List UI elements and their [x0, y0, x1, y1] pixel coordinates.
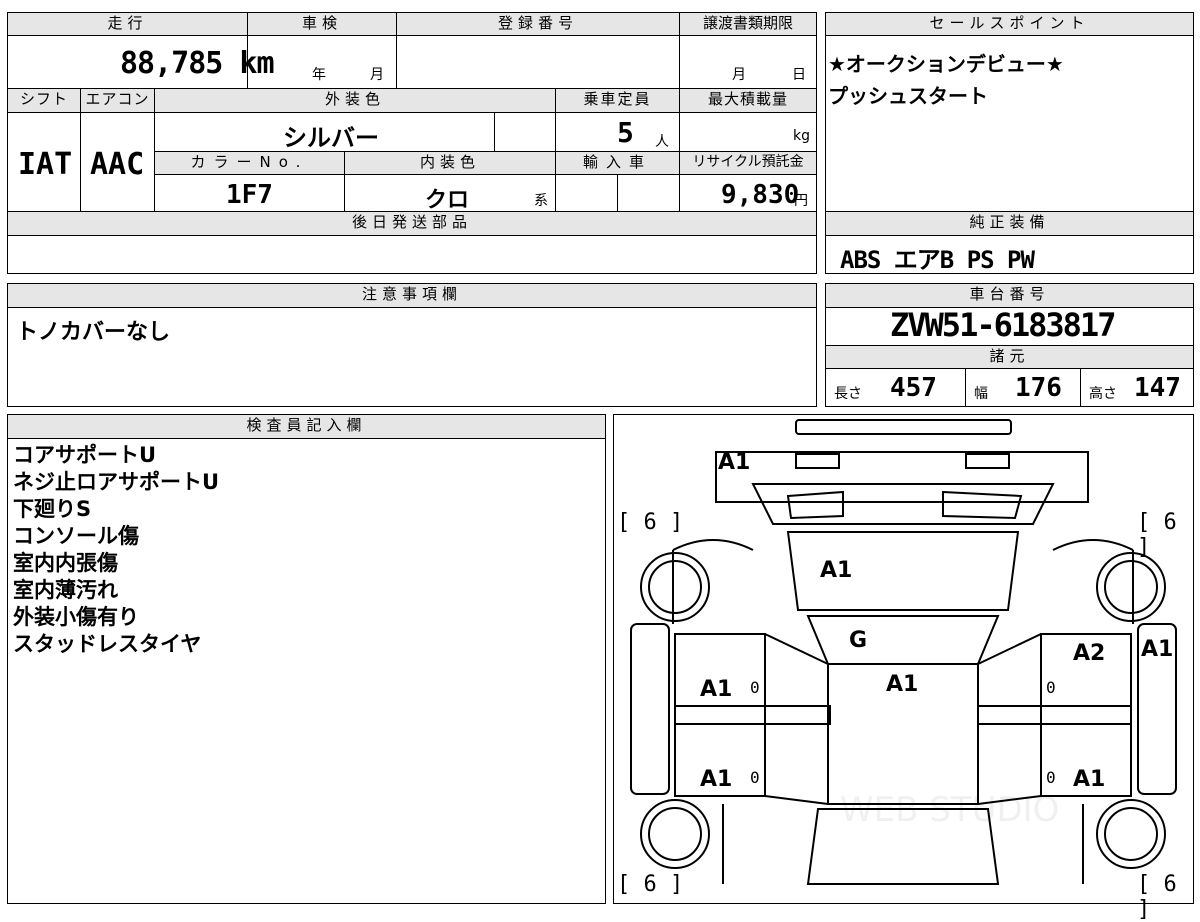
damage-left-front-door: A1 [700, 677, 733, 702]
tire-rear-right: [ 6 ] [1137, 872, 1177, 922]
damage-front-bumper: A1 [718, 450, 751, 475]
specs-header: 諸元 [825, 345, 1194, 369]
recycle-header: リサイクル預託金 [679, 151, 817, 175]
length-label: 長さ [834, 386, 862, 402]
shaken-month: 月 [370, 67, 384, 83]
watermark: WEB STUDIO [840, 790, 1060, 830]
import-header: 輸入車 [555, 151, 680, 175]
height-label: 高さ [1089, 386, 1117, 402]
chassis-value: ZVW51-6183817 [890, 306, 1116, 344]
tire-rear-left: [ 6 ] [617, 872, 684, 897]
inspector-line: スタッドレスタイヤ [13, 632, 202, 656]
inspector-line: コンソール傷 [13, 524, 139, 548]
damage-left-rear-door: A1 [700, 767, 733, 792]
zero-mark: 0 [1046, 678, 1056, 697]
transfer-month: 月 [732, 67, 746, 83]
interior-value: クロ [425, 188, 470, 213]
shift-header: シフト [7, 88, 81, 113]
sales-point-line-2: プッシュスタート [828, 84, 988, 108]
interior-suffix: 系 [534, 193, 548, 209]
mileage-value: 88,785 km [120, 46, 275, 81]
zero-mark: 0 [1046, 768, 1056, 787]
height-value: 147 [1134, 373, 1181, 403]
tire-front-left: [ 6 ] [617, 510, 684, 535]
damage-roof: A1 [886, 672, 919, 697]
equipment-value: ABS エアB PS PW [840, 246, 1035, 274]
inspector-line: コアサポートU [13, 443, 157, 467]
tire-front-right: [ 6 ] [1137, 510, 1177, 560]
capacity-value: 5 [617, 116, 634, 149]
recycle-value: 9,830 [721, 180, 800, 210]
exterior-header: 外装色 [154, 88, 556, 113]
later-parts-header: 後日発送部品 [7, 211, 817, 236]
inspector-line: 下廻りS [13, 497, 92, 521]
inspector-line: 室内内張傷 [13, 551, 118, 575]
mileage-header: 走行 [7, 12, 248, 36]
colorno-value: 1F7 [226, 180, 273, 210]
width-label: 幅 [974, 386, 988, 402]
transfer-day: 日 [792, 67, 806, 83]
sales-point-header: セールスポイント [825, 12, 1194, 36]
car-diagram [630, 419, 1177, 885]
exterior-value: シルバー [283, 124, 379, 152]
interior-header: 内装色 [344, 151, 556, 175]
shaken-header: 車検 [247, 12, 397, 36]
shift-value: IAT [18, 147, 73, 182]
maxload-header: 最大積載量 [679, 88, 817, 113]
chassis-header: 車台番号 [825, 283, 1194, 308]
capacity-header: 乗車定員 [555, 88, 680, 113]
colorno-header: カラーNo. [154, 151, 345, 175]
inspector-line: 外装小傷有り [13, 605, 139, 629]
shaken-year: 年 [312, 67, 326, 83]
equipment-header: 純正装備 [825, 211, 1194, 236]
ac-header: エアコン [80, 88, 155, 113]
caution-header: 注意事項欄 [7, 283, 817, 308]
inspector-notes: コアサポートU ネジ止ロアサポートU 下廻りS コンソール傷 室内内張傷 室内薄… [13, 442, 219, 658]
zero-mark: 0 [750, 678, 760, 697]
inspector-line: ネジ止ロアサポートU [13, 470, 220, 494]
reg-header: 登録番号 [396, 12, 680, 36]
ac-value: AAC [90, 147, 145, 182]
zero-mark: 0 [750, 768, 760, 787]
width-value: 176 [1015, 373, 1062, 403]
length-value: 457 [890, 373, 937, 403]
inspector-header: 検査員記入欄 [7, 414, 606, 439]
damage-windshield: G [849, 628, 868, 653]
damage-right-front-fender: A2 [1073, 641, 1106, 666]
recycle-unit: 円 [794, 193, 808, 209]
inspector-line: 室内薄汚れ [13, 578, 118, 602]
maxload-unit: kg [793, 128, 810, 144]
capacity-unit: 人 [655, 134, 669, 150]
damage-right-side: A1 [1141, 637, 1174, 662]
transfer-header: 譲渡書類期限 [679, 12, 817, 36]
sales-point-line-1: ★オークションデビュー★ [828, 52, 1064, 76]
damage-hood: A1 [820, 558, 853, 583]
damage-right-rear-door: A1 [1073, 767, 1106, 792]
caution-value: トノカバーなし [16, 320, 171, 345]
